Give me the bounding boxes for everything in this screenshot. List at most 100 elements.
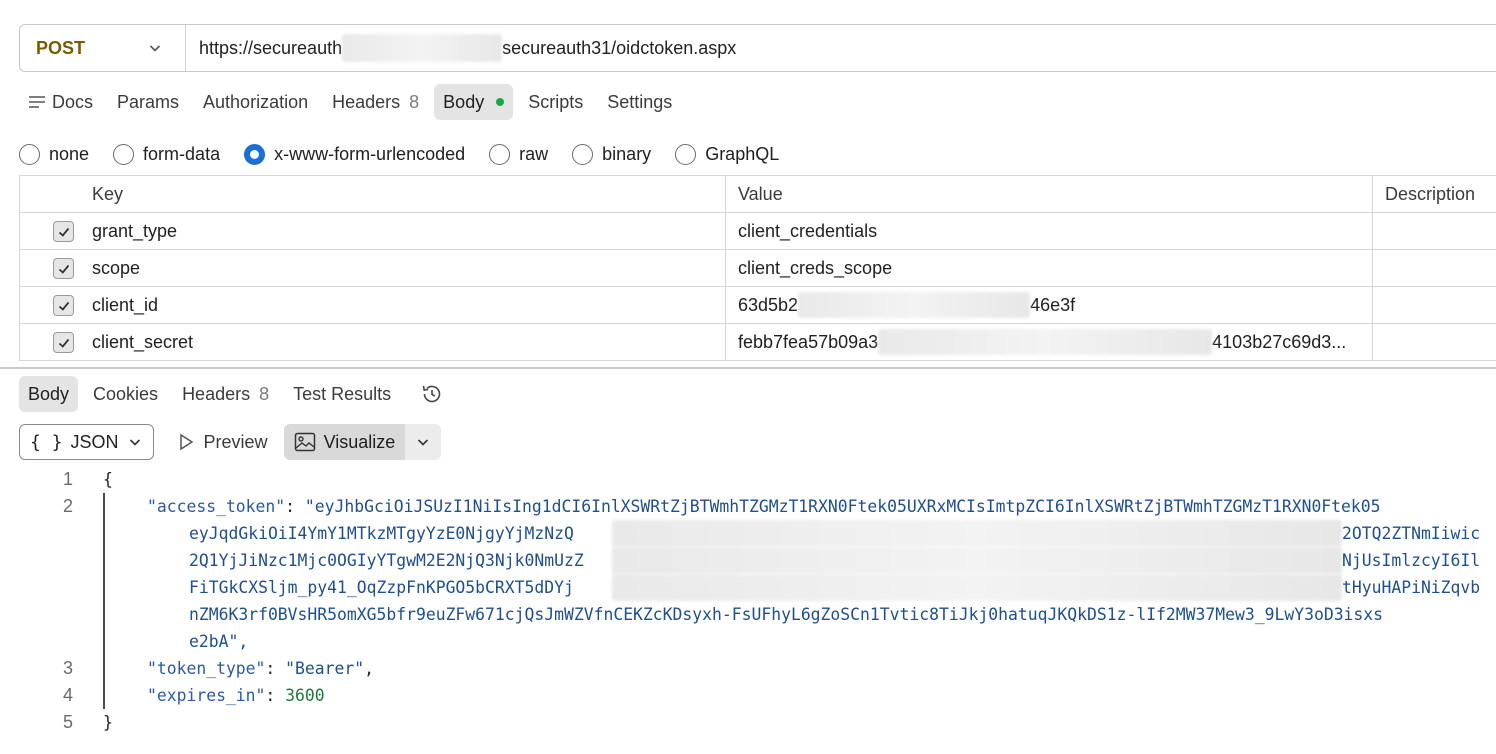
json-key: "token_type" — [147, 659, 266, 678]
visualize-label: Visualize — [323, 431, 396, 452]
tab-label: Body — [28, 383, 70, 404]
value-cell[interactable]: client_creds_scope — [726, 250, 1373, 286]
row-checkbox[interactable] — [53, 258, 74, 279]
response-body-code[interactable]: 1 { 2 "access_token": "eyJhbGciOiJSUzI1N… — [0, 466, 1496, 736]
radio-graphql[interactable]: GraphQL — [675, 143, 780, 165]
line-number: 2 — [62, 496, 73, 516]
value-redacted — [878, 329, 1213, 355]
value-cell[interactable]: client_credentials — [726, 213, 1373, 249]
play-icon — [179, 433, 193, 451]
tab-cookies[interactable]: Cookies — [84, 376, 167, 412]
request-tabs: Docs Params Authorization Headers 8 Body … — [19, 84, 687, 120]
radio-none[interactable]: none — [19, 143, 90, 165]
method-dropdown[interactable]: POST — [20, 25, 186, 71]
key-text: scope — [92, 257, 141, 278]
tab-authorization[interactable]: Authorization — [194, 84, 317, 120]
radio-circle — [572, 143, 594, 165]
tab-body[interactable]: Body — [434, 84, 514, 120]
json-braces-icon: { } — [30, 431, 63, 453]
value-suffix: 46e3f — [1030, 294, 1076, 315]
row-checkbox[interactable] — [53, 332, 74, 353]
row-checkbox[interactable] — [53, 295, 74, 316]
checkmark-icon — [58, 338, 69, 348]
json-string: FiTGkCXSljm_py41_OqZzpFnKPGO5bCRXT5dDYj — [189, 578, 574, 597]
column-header-value: Value — [726, 176, 1373, 212]
radio-raw[interactable]: raw — [489, 143, 548, 165]
code-line: eyJqdGkiOiI4YmY1MTkzMTgyYzE0NjgyYjMzNzQ … — [0, 520, 1496, 547]
code-line: 5 } — [0, 709, 1496, 736]
line-number: 3 — [62, 658, 73, 678]
value-cell[interactable]: febb7fea57b09a3 4103b27c69d3... — [726, 324, 1373, 360]
value-suffix: 4103b27c69d3... — [1212, 331, 1347, 352]
code-line: 2 "access_token": "eyJhbGciOiJSUzI1NiIsI… — [0, 493, 1496, 520]
request-url-bar: POST https://secureauth secureauth31/oid… — [19, 24, 1496, 72]
body-indicator-dot — [496, 98, 505, 106]
tab-headers[interactable]: Headers 8 — [323, 84, 428, 120]
code-text: "token_type": "Bearer", — [147, 659, 374, 678]
radio-label: GraphQL — [705, 143, 780, 164]
code-line: e2bA", — [0, 628, 1496, 655]
json-string: tHyuHAPiNiZqvb — [1342, 578, 1481, 597]
tab-docs[interactable]: Docs — [19, 84, 102, 120]
tab-authorization-label: Authorization — [203, 91, 309, 112]
json-string: "Bearer" — [285, 659, 365, 678]
code-line: 2Q1YjJiNzc1Mjc0OGIyYTgwM2E2NjQ3Njk0NmUzZ… — [0, 547, 1496, 574]
table-row: grant_type client_credentials — [20, 213, 1496, 250]
radio-form-data[interactable]: form-data — [113, 143, 221, 165]
image-icon — [294, 432, 315, 452]
description-cell[interactable] — [1373, 287, 1496, 323]
tab-settings[interactable]: Settings — [598, 84, 681, 120]
pane-divider[interactable] — [0, 367, 1496, 369]
tab-scripts[interactable]: Scripts — [519, 84, 592, 120]
radio-label: form-data — [143, 143, 221, 164]
tab-params-label: Params — [117, 91, 180, 112]
checkmark-icon — [58, 301, 69, 311]
description-cell[interactable] — [1373, 324, 1496, 360]
table-header-row: Key Value Description — [20, 176, 1496, 213]
visualize-options-button[interactable] — [405, 424, 442, 460]
key-cell[interactable]: scope — [20, 250, 726, 286]
radio-label: x-www-form-urlencoded — [274, 143, 466, 164]
tab-docs-label: Docs — [52, 91, 94, 112]
json-string: eyJqdGkiOiI4YmY1MTkzMTgyYzE0NjgyYjMzNzQ — [189, 524, 574, 543]
key-cell[interactable]: client_id — [20, 287, 726, 323]
body-type-radios: none form-data x-www-form-urlencoded raw… — [19, 140, 803, 168]
table-row: client_secret febb7fea57b09a3 4103b27c69… — [20, 324, 1496, 361]
json-string: "eyJhbGciOiJSUzI1NiIsIng1dCI6InlXSWRtZjB… — [304, 497, 1381, 516]
code-text: } — [103, 713, 113, 732]
radio-x-www-form-urlencoded[interactable]: x-www-form-urlencoded — [244, 143, 466, 165]
method-label: POST — [36, 37, 86, 58]
docs-icon — [29, 96, 45, 108]
tab-response-body[interactable]: Body — [19, 376, 79, 412]
history-icon[interactable] — [420, 382, 444, 406]
json-string: nZM6K3rf0BVsHR5omXG5bfr9euZFw671cjQsJmWZ… — [189, 605, 1384, 624]
code-line: 4 "expires_in": 3600 — [0, 682, 1496, 709]
radio-circle — [675, 143, 697, 165]
headers-count-badge: 8 — [409, 91, 420, 112]
value-cell[interactable]: 63d5b2 46e3f — [726, 287, 1373, 323]
row-checkbox[interactable] — [53, 221, 74, 242]
key-cell[interactable]: client_secret — [20, 324, 726, 360]
radio-binary[interactable]: binary — [572, 143, 651, 165]
table-row: scope client_creds_scope — [20, 250, 1496, 287]
key-text: grant_type — [92, 220, 178, 241]
response-tabs: Body Cookies Headers 8 Test Results — [19, 376, 444, 412]
chevron-down-icon — [149, 45, 161, 52]
preview-button[interactable]: Preview — [166, 424, 278, 460]
tab-params[interactable]: Params — [108, 84, 188, 120]
key-cell[interactable]: grant_type — [20, 213, 726, 249]
value-prefix: 63d5b2 — [738, 294, 799, 315]
visualize-button[interactable]: Visualize — [283, 424, 406, 460]
description-cell[interactable] — [1373, 213, 1496, 249]
visualize-split-button: Visualize — [283, 424, 442, 460]
code-line: nZM6K3rf0BVsHR5omXG5bfr9euZFw671cjQsJmWZ… — [0, 601, 1496, 628]
response-format-toolbar: { } JSON Preview Visualize — [19, 424, 442, 460]
json-key: "access_token" — [147, 497, 286, 516]
key-text: client_id — [92, 294, 159, 315]
description-cell[interactable] — [1373, 250, 1496, 286]
radio-label: none — [49, 143, 90, 164]
tab-test-results[interactable]: Test Results — [284, 376, 400, 412]
url-input[interactable]: https://secureauth secureauth31/oidctoke… — [186, 34, 736, 62]
format-dropdown[interactable]: { } JSON — [19, 424, 154, 460]
tab-response-headers[interactable]: Headers 8 — [173, 376, 278, 412]
